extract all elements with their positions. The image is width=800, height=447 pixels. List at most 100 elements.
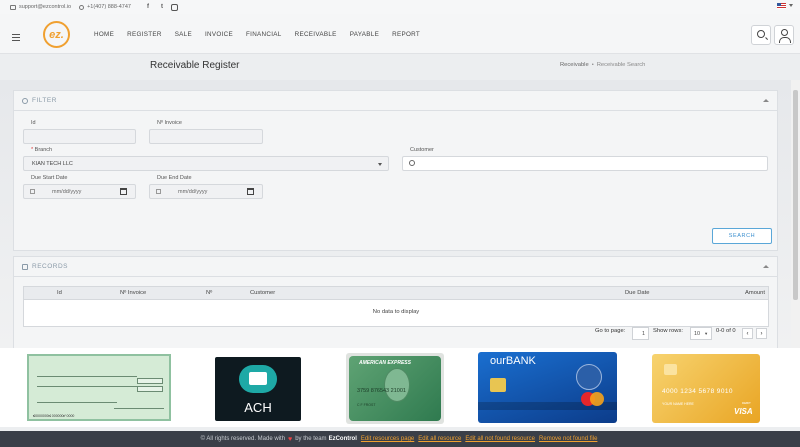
due-start-label: Due Start Date <box>31 175 68 181</box>
collapse-icon[interactable] <box>763 99 769 102</box>
nav-item-home[interactable]: HOME <box>94 31 114 38</box>
chevron-down-icon: ▼ <box>704 331 709 336</box>
envelope-icon <box>10 4 16 10</box>
ezcontrol-logo[interactable]: ez. <box>43 21 70 48</box>
heart-icon: ♥ <box>288 435 293 443</box>
nav-item-invoice[interactable]: INVOICE <box>205 31 233 38</box>
scrollbar-thumb[interactable] <box>793 90 798 300</box>
twitter-icon[interactable]: t <box>157 4 167 10</box>
due-end-label: Due End Date <box>157 175 192 181</box>
branch-select[interactable]: KIAN TECH LLC <box>23 156 389 171</box>
id-label: Id <box>31 120 36 126</box>
bank-name: ourBANK <box>490 355 536 367</box>
search-icon <box>22 97 28 104</box>
column-id[interactable]: Id <box>57 290 62 296</box>
amex-title: AMERICAN EXPRESS <box>359 360 411 366</box>
phone-icon <box>79 4 85 10</box>
nav-menu: HOME REGISTER SALE INVOICE FINANCIAL REC… <box>94 31 433 38</box>
filter-panel-header[interactable]: FILTER <box>14 91 777 111</box>
footer-brand: EzControl <box>328 436 357 442</box>
calendar-icon <box>156 189 161 194</box>
footer-link-edit-resources-page[interactable]: Edit resources page <box>361 436 414 442</box>
empty-table-message: No data to display <box>372 309 420 315</box>
nav-item-receivable[interactable]: RECEIVABLE <box>295 31 337 38</box>
branch-label: * Branch <box>31 147 53 153</box>
visa-name: YOUR NAME HERE <box>662 402 694 406</box>
visa-debit-label: DEBIT <box>742 401 751 405</box>
nav-item-register[interactable]: REGISTER <box>127 31 162 38</box>
column-customer[interactable]: Customer <box>250 290 275 296</box>
visa-number: 4000 1234 5678 9010 <box>662 388 733 395</box>
amex-name: C F FROST <box>357 403 376 407</box>
calendar-picker-icon[interactable] <box>247 188 254 195</box>
filter-title: FILTER <box>32 97 57 104</box>
email-contact[interactable]: support@ezcontrol.io <box>10 4 71 10</box>
phone-contact[interactable]: +1(407) 888-4747 <box>79 4 131 10</box>
footer: © All rights reserved. Made with ♥ by th… <box>0 431 800 447</box>
user-account-button[interactable] <box>774 25 794 45</box>
main-nav: ez. HOME REGISTER SALE INVOICE FINANCIAL… <box>0 14 800 54</box>
due-start-placeholder: mm/dd/yyyy <box>52 188 82 195</box>
invoice-input[interactable] <box>149 129 263 144</box>
chevron-down-icon <box>378 163 382 166</box>
column-number[interactable]: Nº <box>206 290 212 296</box>
breadcrumb-current: Receivable Search <box>596 62 646 68</box>
breadcrumb-receivable[interactable]: Receivable <box>560 62 589 68</box>
records-title: RECORDS <box>32 263 69 270</box>
nav-item-report[interactable]: REPORT <box>392 31 420 38</box>
email-text: support@ezcontrol.io <box>19 4 72 10</box>
column-due-date[interactable]: Due Date <box>625 290 650 296</box>
page-number-input[interactable]: 1 <box>632 327 649 340</box>
customer-search-input[interactable] <box>402 156 768 171</box>
records-panel-header[interactable]: RECORDS <box>14 257 777 277</box>
nav-item-payable[interactable]: PAYABLE <box>350 31 379 38</box>
previous-page-button[interactable]: ‹ <box>742 328 753 339</box>
breadcrumb: Receivable • Receivable Search <box>560 62 646 68</box>
chevron-right-icon: › <box>760 330 763 337</box>
invoice-label: Nº Invoice <box>157 120 182 126</box>
branch-value: KIAN TECH LLC <box>32 160 73 167</box>
ach-image: ACH <box>215 357 301 421</box>
amex-card-image: AMERICAN EXPRESS 3759 876543 21001 C F F… <box>346 353 444 424</box>
page-title: Receivable Register <box>150 60 240 71</box>
bank-card-image: ourBANK <box>478 352 617 423</box>
footer-copyright: © All rights reserved. Made with <box>200 436 286 442</box>
search-submit-button[interactable]: SEARCH <box>712 228 772 244</box>
ach-label: ACH <box>244 400 272 415</box>
next-page-button[interactable]: › <box>756 328 767 339</box>
footer-by-team: by the team <box>295 436 327 442</box>
top-info-bar: support@ezcontrol.io +1(407) 888-4747 f … <box>0 0 800 14</box>
search-button[interactable] <box>751 25 771 45</box>
payment-methods-strip: ⑆0000000⑆ 000000⑈ 0000 ACH AMERICAN EXPR… <box>0 348 800 427</box>
due-end-placeholder: mm/dd/yyyy <box>178 188 208 195</box>
due-end-date-input[interactable]: mm/dd/yyyy <box>149 184 263 199</box>
nav-item-sale[interactable]: SALE <box>175 31 192 38</box>
collapse-icon[interactable] <box>763 265 769 268</box>
instagram-icon[interactable] <box>170 3 178 11</box>
due-start-date-input[interactable]: mm/dd/yyyy <box>23 184 136 199</box>
column-amount[interactable]: Amount <box>745 290 765 296</box>
id-input[interactable] <box>23 129 136 144</box>
page-scrollbar[interactable] <box>791 80 800 348</box>
footer-link-remove-not-found[interactable]: Remove not found file <box>539 436 597 442</box>
nav-item-financial[interactable]: FINANCIAL <box>246 31 282 38</box>
records-table: Id Nº Invoice Nº Customer Due Date Amoun… <box>23 286 769 327</box>
footer-link-edit-all-resource[interactable]: Edit all resource <box>418 436 461 442</box>
us-flag-icon[interactable] <box>777 3 786 9</box>
hamburger-menu-icon[interactable] <box>12 34 20 43</box>
visa-logo: VISA <box>734 407 753 416</box>
chevron-left-icon: ‹ <box>746 330 749 337</box>
search-icon <box>409 160 415 166</box>
phone-text: +1(407) 888-4747 <box>87 4 131 10</box>
check-image: ⑆0000000⑆ 000000⑈ 0000 <box>27 354 171 421</box>
customer-label: Customer <box>410 147 434 153</box>
amex-number: 3759 876543 21001 <box>357 388 406 394</box>
column-invoice[interactable]: Nº Invoice <box>120 290 146 296</box>
calendar-picker-icon[interactable] <box>120 188 127 195</box>
facebook-icon[interactable]: f <box>143 4 153 10</box>
go-to-page-label: Go to page: <box>595 328 626 334</box>
rows-per-page-select[interactable]: 10 ▼ <box>690 327 712 340</box>
footer-link-edit-not-found[interactable]: Edit all not found resource <box>465 436 535 442</box>
chevron-down-icon[interactable] <box>789 4 793 7</box>
database-icon <box>22 263 28 270</box>
